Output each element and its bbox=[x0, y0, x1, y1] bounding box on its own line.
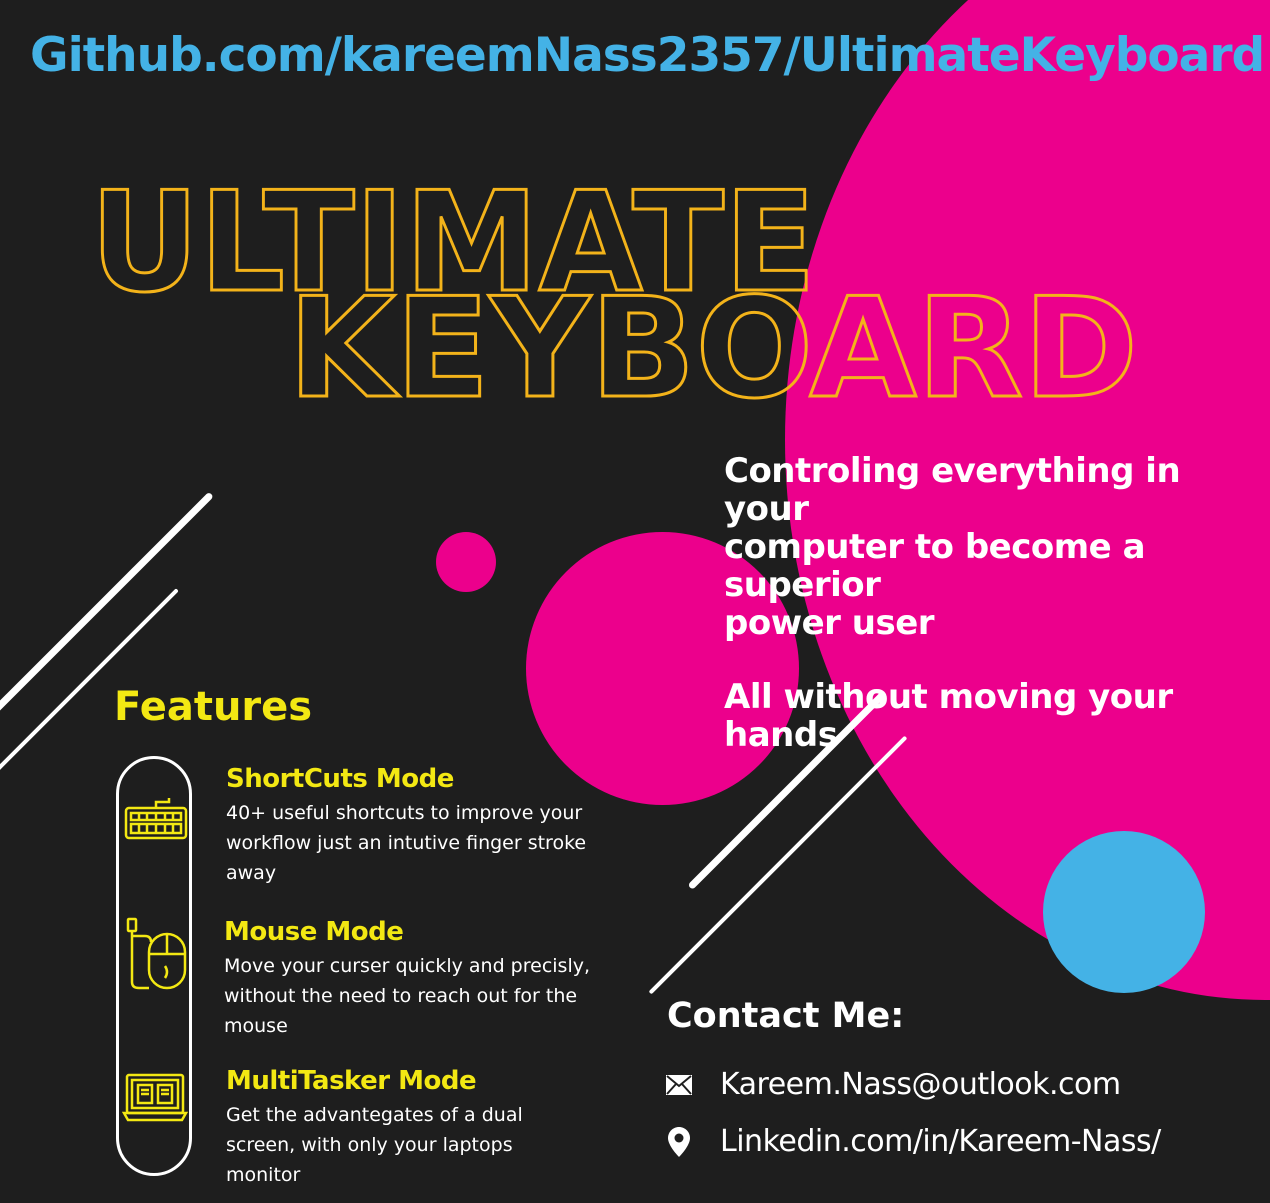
tagline-line: computer to become a superior bbox=[724, 527, 1146, 605]
tagline-line: Controling everything in your bbox=[724, 451, 1181, 529]
tagline: Controling everything in your computer t… bbox=[724, 452, 1270, 754]
small-magenta-circle bbox=[436, 532, 496, 592]
feature-description: 40+ useful shortcuts to improve your wor… bbox=[226, 802, 587, 884]
contact-linkedin-text[interactable]: Linkedin.com/in/Kareem-Nass/ bbox=[720, 1124, 1161, 1159]
laptop-windows-icon bbox=[122, 1073, 188, 1122]
feature-description: Move your curser quickly and precisly, w… bbox=[224, 955, 591, 1037]
feature-shortcuts: ShortCuts Mode 40+ useful shortcuts to i… bbox=[226, 764, 626, 888]
poster: Github.com/kareemNass2357/UltimateKeyboa… bbox=[0, 0, 1270, 1203]
cyan-circle bbox=[1043, 831, 1205, 993]
tagline-line: All without moving your hands bbox=[724, 677, 1173, 755]
feature-description: Get the advantegates of a dual screen, w… bbox=[226, 1104, 523, 1186]
feature-title: MultiTasker Mode bbox=[226, 1066, 477, 1096]
feature-mouse: Mouse Mode Move your curser quickly and … bbox=[224, 917, 624, 1041]
feature-title: ShortCuts Mode bbox=[226, 764, 454, 794]
contact-heading: Contact Me: bbox=[667, 996, 905, 1036]
title-line-keyboard: KEYBOARD bbox=[288, 268, 1138, 420]
feature-multitasker: MultiTasker Mode Get the advantegates of… bbox=[226, 1066, 626, 1190]
envelope-icon bbox=[666, 1070, 692, 1100]
tagline-line: power user bbox=[724, 603, 935, 643]
mouse-icon bbox=[126, 917, 187, 990]
location-pin-icon bbox=[666, 1126, 692, 1157]
feature-title: Mouse Mode bbox=[224, 917, 404, 947]
features-heading: Features bbox=[114, 684, 313, 730]
contact-linkedin[interactable]: Linkedin.com/in/Kareem-Nass/ bbox=[666, 1124, 1161, 1159]
contact-email-text[interactable]: Kareem.Nass@outlook.com bbox=[720, 1067, 1121, 1102]
contact-email[interactable]: Kareem.Nass@outlook.com bbox=[666, 1067, 1121, 1102]
page-title: ULTIMATE KEYBOARD bbox=[0, 0, 1270, 421]
keyboard-icon bbox=[124, 798, 188, 840]
